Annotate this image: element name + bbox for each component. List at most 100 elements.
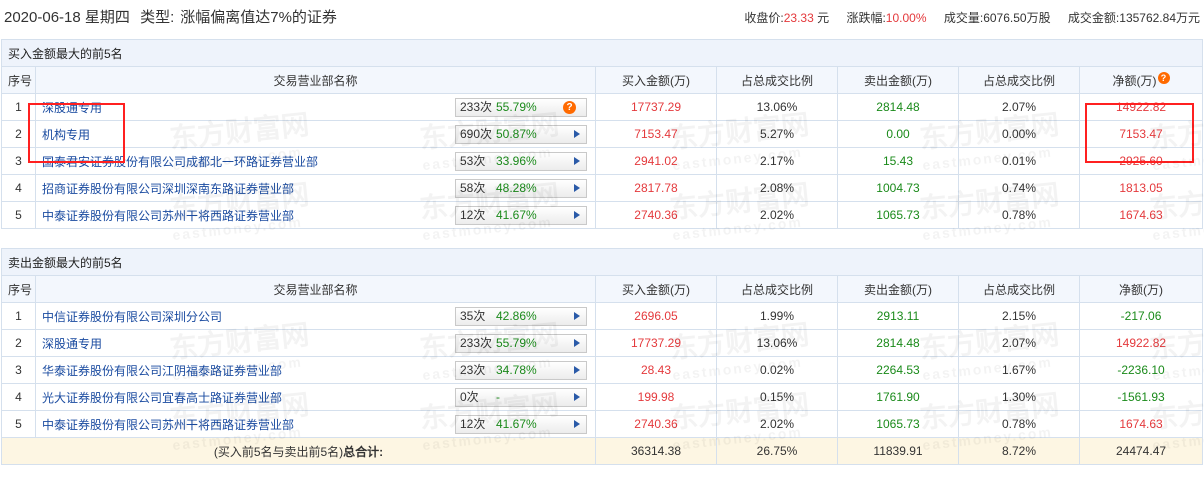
trade-date: 2020-06-18 星期四 xyxy=(4,9,130,26)
sell-ratio: 0.78% xyxy=(958,201,1080,229)
net-amount: 14922.82 xyxy=(1078,93,1204,121)
sell-table-header: 序号 交易营业部名称 买入金额(万) 占总成交比例 卖出金额(万) 占总成交比例… xyxy=(1,275,1204,303)
buy-ratio: 2.02% xyxy=(716,201,838,229)
sell-ratio: 1.67% xyxy=(958,356,1080,384)
broker-name-link[interactable]: 中泰证券股份有限公司苏州干将西路证券营业部 xyxy=(42,209,294,223)
rank-count-button[interactable]: 12次 41.67% xyxy=(455,206,587,225)
buy-amount: 2740.36 xyxy=(595,201,717,229)
type-value: 涨幅偏离值达7%的证券 xyxy=(180,9,337,26)
rank-count-button[interactable]: 0次 - xyxy=(455,388,587,407)
buy-amount: 7153.47 xyxy=(595,120,717,148)
table-row: 3 国泰君安证券股份有限公司成都北一环路证券营业部 53次 33.96% 2941.02… xyxy=(1,147,1204,175)
broker-name-link[interactable]: 深股通专用 xyxy=(42,337,102,351)
sell-ratio: 2.07% xyxy=(958,329,1080,357)
col-sell-header: 卖出金额(万) xyxy=(837,66,959,94)
appear-count: 23次 xyxy=(460,363,486,377)
row-no: 1 xyxy=(1,93,36,121)
net-amount: -1561.93 xyxy=(1078,383,1204,411)
sell-amount: 1065.73 xyxy=(837,410,959,438)
header-bar: 2020-06-18 星期四 类型: 涨幅偏离值达7%的证券 收盘价:23.33 … xyxy=(0,0,1204,34)
rank-count-button[interactable]: 233次 55.79% xyxy=(455,334,587,353)
volume: 成交量:6076.50万股 xyxy=(943,11,1051,25)
rank-count-button[interactable]: 53次 33.96% xyxy=(455,152,587,171)
buy-amount: 199.98 xyxy=(595,383,717,411)
broker-name-link[interactable]: 深股通专用 xyxy=(42,101,102,115)
broker-cell: 国泰君安证券股份有限公司成都北一环路证券营业部 53次 33.96% xyxy=(35,147,596,175)
rank-count-button[interactable]: 233次 55.79%? xyxy=(455,98,587,117)
sell-amount: 2913.11 xyxy=(837,302,959,330)
buy-amount: 2941.02 xyxy=(595,147,717,175)
rank-count-button[interactable]: 690次 50.87% xyxy=(455,125,587,144)
broker-cell: 机构专用 690次 50.87% xyxy=(35,120,596,148)
win-rate: 55.79% xyxy=(496,336,537,350)
appear-count: 12次 xyxy=(460,208,486,222)
broker-cell: 招商证券股份有限公司深圳深南东路证券营业部 58次 48.28% xyxy=(35,174,596,202)
row-no: 3 xyxy=(1,147,36,175)
net-amount: 1674.63 xyxy=(1078,410,1204,438)
expand-arrow-icon[interactable] xyxy=(574,339,580,347)
buy-ratio: 13.06% xyxy=(716,93,838,121)
sell-amount: 1065.73 xyxy=(837,201,959,229)
expand-arrow-icon[interactable] xyxy=(574,211,580,219)
col-buy-header: 买入金额(万) xyxy=(595,66,717,94)
table-row: 2 机构专用 690次 50.87% 7153.47 5.27% 0.00 0.00% 7153… xyxy=(1,120,1204,148)
price-stats: 收盘价:23.33 元 涨跌幅:10.00% 成交量:6076.50万股 成交金… xyxy=(730,9,1200,26)
rank-count-button[interactable]: 12次 41.67% xyxy=(455,415,587,434)
broker-name-link[interactable]: 国泰君安证券股份有限公司成都北一环路证券营业部 xyxy=(42,155,318,169)
buy-ratio: 2.17% xyxy=(716,147,838,175)
table-row: 1 中信证券股份有限公司深圳分公司 35次 42.86% 2696.05 1.99% 291… xyxy=(1,302,1204,330)
help-icon[interactable]: ? xyxy=(563,101,576,114)
expand-arrow-icon[interactable] xyxy=(574,157,580,165)
appear-count: 0次 xyxy=(460,390,479,404)
expand-arrow-icon[interactable] xyxy=(574,420,580,428)
win-rate: 41.67% xyxy=(496,208,537,222)
col-buy-ratio-header: 占总成交比例 xyxy=(716,275,838,303)
total-row: (买入前5名与卖出前5名)总合计: 36314.38 26.75% 11839.… xyxy=(1,437,1204,465)
broker-name-link[interactable]: 机构专用 xyxy=(42,128,90,142)
row-no: 1 xyxy=(1,302,36,330)
appear-count: 233次 xyxy=(460,100,493,114)
col-buy-header: 买入金额(万) xyxy=(595,275,717,303)
net-amount: 14922.82 xyxy=(1078,329,1204,357)
win-rate: 50.87% xyxy=(496,127,537,141)
buy-top5-table: 买入金额最大的前5名 序号 交易营业部名称 买入金额(万) 占总成交比例 卖出金… xyxy=(0,39,1204,229)
broker-cell: 华泰证券股份有限公司江阴福泰路证券营业部 23次 34.78% xyxy=(35,356,596,384)
help-icon[interactable]: ? xyxy=(1157,71,1170,84)
total-net: 24474.47 xyxy=(1078,437,1204,465)
row-no: 5 xyxy=(1,410,36,438)
net-amount: 2925.60 xyxy=(1078,147,1204,175)
table-row: 4 光大证券股份有限公司宜春高士路证券营业部 0次 - 199.98 0.15% 1761.… xyxy=(1,383,1204,411)
broker-name-link[interactable]: 招商证券股份有限公司深圳深南东路证券营业部 xyxy=(42,182,294,196)
turnover-amount: 成交金额:135762.84万元 xyxy=(1067,11,1200,25)
expand-arrow-icon[interactable] xyxy=(574,312,580,320)
col-net-header: 净额(万)? xyxy=(1078,66,1204,94)
col-net-header: 净额(万) xyxy=(1078,275,1204,303)
rank-count-button[interactable]: 23次 34.78% xyxy=(455,361,587,380)
buy-amount: 17737.29 xyxy=(595,93,717,121)
buy-amount: 2696.05 xyxy=(595,302,717,330)
type-label: 类型: xyxy=(140,9,175,26)
appear-count: 12次 xyxy=(460,417,486,431)
rank-count-button[interactable]: 58次 48.28% xyxy=(455,179,587,198)
expand-arrow-icon[interactable] xyxy=(574,184,580,192)
broker-name-link[interactable]: 华泰证券股份有限公司江阴福泰路证券营业部 xyxy=(42,364,282,378)
expand-arrow-icon[interactable] xyxy=(574,366,580,374)
sell-ratio: 0.00% xyxy=(958,120,1080,148)
appear-count: 53次 xyxy=(460,154,486,168)
table-row: 5 中泰证券股份有限公司苏州干将西路证券营业部 12次 41.67% 2740.36 2.… xyxy=(1,410,1204,438)
col-name-header: 交易营业部名称 xyxy=(35,275,596,303)
row-no: 2 xyxy=(1,329,36,357)
rank-count-button[interactable]: 35次 42.86% xyxy=(455,307,587,326)
broker-name-link[interactable]: 中泰证券股份有限公司苏州干将西路证券营业部 xyxy=(42,418,294,432)
table-row: 1 深股通专用 233次 55.79%? 17737.29 13.06% 2814.48 2.… xyxy=(1,93,1204,121)
change-percent: 涨跌幅:10.00% xyxy=(846,11,927,25)
broker-name-link[interactable]: 光大证券股份有限公司宜春高士路证券营业部 xyxy=(42,391,282,405)
expand-arrow-icon[interactable] xyxy=(574,130,580,138)
expand-arrow-icon[interactable] xyxy=(574,393,580,401)
sell-ratio: 0.74% xyxy=(958,174,1080,202)
win-rate: 55.79% xyxy=(496,100,537,114)
broker-name-link[interactable]: 中信证券股份有限公司深圳分公司 xyxy=(42,310,222,324)
col-no-header: 序号 xyxy=(1,275,36,303)
sell-amount: 2264.53 xyxy=(837,356,959,384)
table-row: 4 招商证券股份有限公司深圳深南东路证券营业部 58次 48.28% 2817.78 2.… xyxy=(1,174,1204,202)
